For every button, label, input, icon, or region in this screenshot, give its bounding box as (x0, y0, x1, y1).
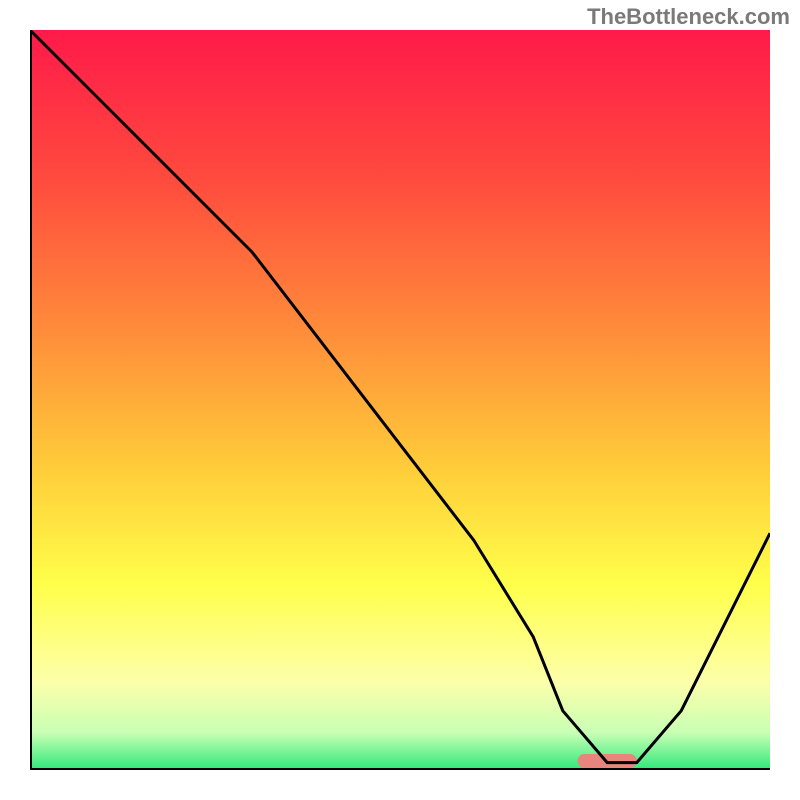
chart-plot-area (30, 30, 770, 770)
watermark-text: TheBottleneck.com (587, 4, 790, 30)
bottleneck-chart (30, 30, 770, 770)
chart-container: TheBottleneck.com (0, 0, 800, 800)
